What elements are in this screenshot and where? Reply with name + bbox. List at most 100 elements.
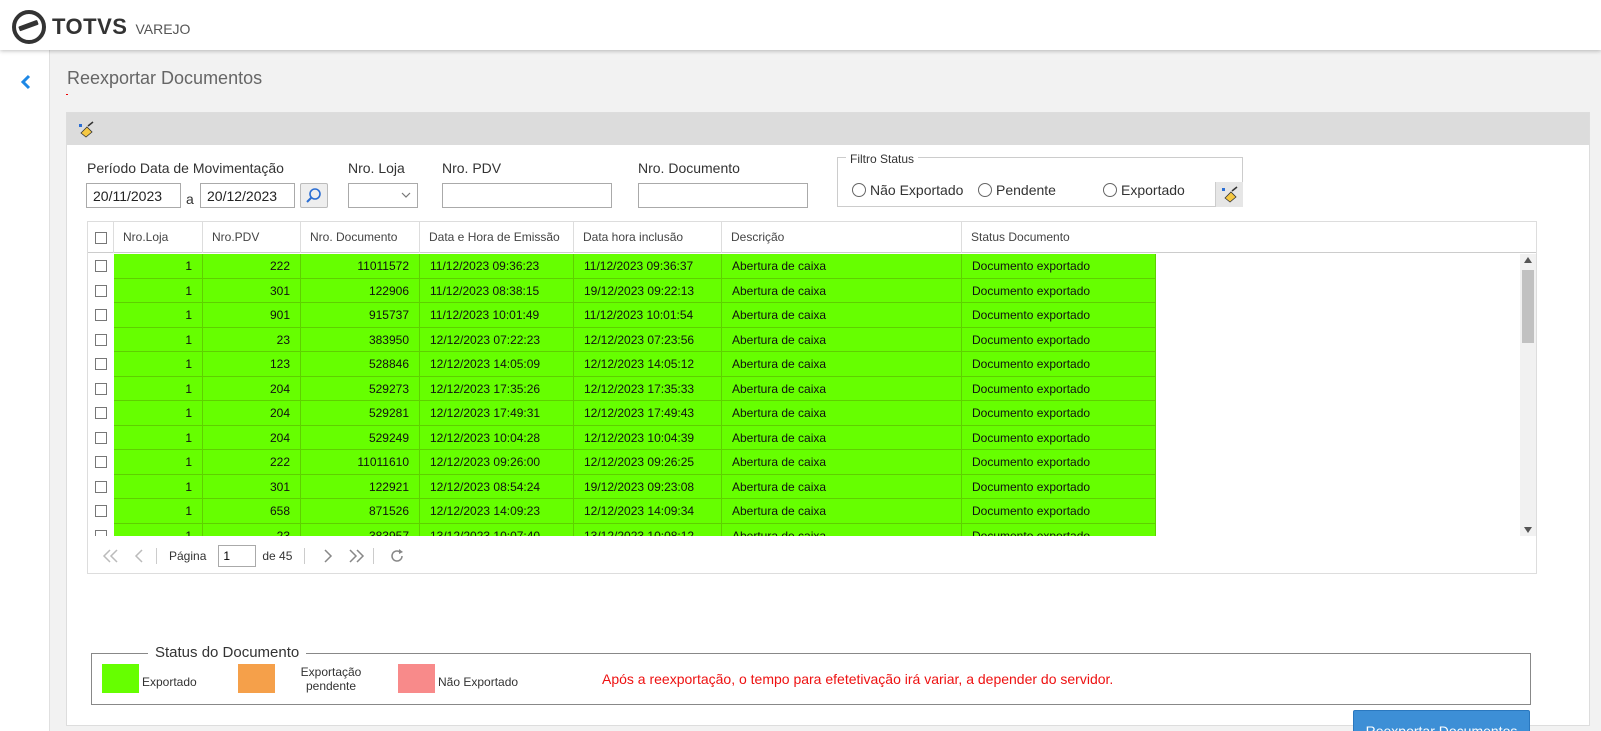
- scroll-up-icon[interactable]: [1524, 257, 1532, 263]
- row-checkbox-cell: [88, 352, 114, 377]
- cell-status-documento: Documento exportado: [962, 278, 1156, 303]
- col-nro-documento[interactable]: Nro. Documento: [301, 222, 420, 253]
- cell-nro-documento: 528846: [301, 352, 420, 377]
- date-to-input[interactable]: [200, 183, 295, 208]
- cell-data-emissao: 12/12/2023 14:05:09: [420, 352, 574, 377]
- cell-nro-pdv: 901: [203, 303, 301, 328]
- row-checkbox[interactable]: [95, 529, 107, 536]
- row-checkbox-cell: [88, 523, 114, 536]
- cell-nro-loja: 1: [114, 303, 203, 328]
- chevron-left-icon[interactable]: [16, 72, 36, 92]
- pdv-input[interactable]: [442, 183, 612, 208]
- row-checkbox[interactable]: [95, 333, 107, 346]
- radio-pendente[interactable]: Pendente: [978, 182, 1056, 198]
- scroll-down-icon[interactable]: [1524, 527, 1532, 533]
- table-row[interactable]: 1 222 11011572 11/12/2023 09:36:23 11/12/202…: [88, 254, 1520, 279]
- table-row[interactable]: 1 23 383950 12/12/2023 07:22:23 12/12/2023 0…: [88, 327, 1520, 352]
- col-descricao[interactable]: Descrição: [722, 222, 962, 253]
- table-row[interactable]: 1 222 11011610 12/12/2023 09:26:00 12/12/202…: [88, 450, 1520, 475]
- cell-status-documento: Documento exportado: [962, 523, 1156, 536]
- radio-label: Exportado: [1121, 182, 1185, 198]
- pager-separator: [156, 548, 157, 564]
- loja-select[interactable]: [348, 183, 418, 208]
- table-row[interactable]: 1 301 122921 12/12/2023 08:54:24 19/12/2023 …: [88, 474, 1520, 499]
- row-checkbox-cell: [88, 254, 114, 279]
- row-checkbox[interactable]: [95, 309, 107, 322]
- col-nro-loja[interactable]: Nro.Loja: [114, 222, 203, 253]
- row-checkbox[interactable]: [95, 284, 107, 297]
- table-row[interactable]: 1 204 529281 12/12/2023 17:49:31 12/12/2023 …: [88, 401, 1520, 426]
- cell-data-inclusao: 19/12/2023 09:23:08: [574, 474, 722, 499]
- col-data-emissao[interactable]: Data e Hora de Emissão: [420, 222, 574, 253]
- last-page-icon[interactable]: [345, 545, 367, 567]
- cell-descricao: Abertura de caixa: [722, 376, 962, 401]
- radio-nao-exportado[interactable]: Não Exportado: [852, 182, 963, 198]
- first-page-icon[interactable]: [100, 545, 122, 567]
- chevron-down-icon: [401, 192, 411, 198]
- cell-status-documento: Documento exportado: [962, 352, 1156, 377]
- grid-vertical-scrollbar[interactable]: [1520, 254, 1536, 536]
- row-checkbox[interactable]: [95, 358, 107, 371]
- cell-descricao: Abertura de caixa: [722, 401, 962, 426]
- reexport-documents-button[interactable]: Reexportar Documentos: [1353, 710, 1530, 731]
- cell-nro-documento: 871526: [301, 499, 420, 524]
- filter-panel: Período Data de Movimentação a Nro. Loja…: [66, 112, 1590, 731]
- apply-status-filter-button[interactable]: [1215, 182, 1243, 207]
- cell-nro-documento: 529281: [301, 401, 420, 426]
- clear-filters-icon[interactable]: [77, 121, 95, 139]
- row-checkbox[interactable]: [95, 260, 107, 273]
- brush-icon: [1222, 186, 1238, 203]
- scrollbar-thumb[interactable]: [1522, 270, 1534, 343]
- row-checkbox[interactable]: [95, 480, 107, 493]
- cell-nro-pdv: 301: [203, 474, 301, 499]
- prev-page-icon[interactable]: [128, 545, 150, 567]
- cell-data-inclusao: 19/12/2023 09:22:13: [574, 278, 722, 303]
- row-checkbox[interactable]: [95, 382, 107, 395]
- status-filter-legend: Filtro Status: [846, 152, 919, 166]
- table-row[interactable]: 1 901 915737 11/12/2023 10:01:49 11/12/2023 …: [88, 303, 1520, 328]
- pdv-label: Nro. PDV: [442, 160, 502, 176]
- row-checkbox[interactable]: [95, 456, 107, 469]
- documento-input[interactable]: [638, 183, 808, 208]
- table-row[interactable]: 1 658 871526 12/12/2023 14:09:23 12/12/2023 …: [88, 499, 1520, 524]
- cell-descricao: Abertura de caixa: [722, 303, 962, 328]
- cell-data-inclusao: 12/12/2023 10:04:39: [574, 425, 722, 450]
- cell-nro-loja: 1: [114, 523, 203, 536]
- totvs-logo[interactable]: TOTVS VAREJO: [12, 10, 190, 44]
- table-row[interactable]: 1 301 122906 11/12/2023 08:38:15 19/12/2023 …: [88, 278, 1520, 303]
- cell-descricao: Abertura de caixa: [722, 254, 962, 279]
- radio-exportado[interactable]: Exportado: [1103, 182, 1185, 198]
- cell-descricao: Abertura de caixa: [722, 499, 962, 524]
- page-number-input[interactable]: [218, 545, 257, 567]
- cell-data-inclusao: 11/12/2023 09:36:37: [574, 254, 722, 279]
- cell-data-emissao: 12/12/2023 07:22:23: [420, 327, 574, 352]
- table-row[interactable]: 1 23 383957 13/12/2023 10:07:40 13/12/2023 1…: [88, 523, 1520, 536]
- table-row[interactable]: 1 204 529249 12/12/2023 10:04:28 12/12/2023 …: [88, 425, 1520, 450]
- cell-nro-documento: 529273: [301, 376, 420, 401]
- row-checkbox[interactable]: [95, 505, 107, 518]
- col-status-documento[interactable]: Status Documento: [962, 222, 1536, 253]
- date-from-input[interactable]: [86, 183, 181, 208]
- cell-data-emissao: 12/12/2023 17:49:31: [420, 401, 574, 426]
- totvs-logo-icon: [12, 10, 46, 44]
- cell-nro-pdv: 204: [203, 376, 301, 401]
- status-legend: Status do Documento Exportado Exportação…: [91, 644, 1531, 705]
- cell-data-inclusao: 12/12/2023 14:09:34: [574, 499, 722, 524]
- select-all-checkbox[interactable]: [94, 231, 107, 244]
- cell-data-emissao: 11/12/2023 10:01:49: [420, 303, 574, 328]
- row-checkbox[interactable]: [95, 407, 107, 420]
- row-checkbox[interactable]: [95, 431, 107, 444]
- refresh-icon[interactable]: [386, 545, 408, 567]
- table-row[interactable]: 1 204 529273 12/12/2023 17:35:26 12/12/2023 …: [88, 376, 1520, 401]
- pager-separator: [304, 548, 306, 564]
- cell-data-inclusao: 12/12/2023 09:26:25: [574, 450, 722, 475]
- row-checkbox-cell: [88, 376, 114, 401]
- cell-descricao: Abertura de caixa: [722, 474, 962, 499]
- date-separator: a: [186, 191, 194, 207]
- next-page-icon[interactable]: [317, 545, 339, 567]
- search-button[interactable]: [300, 183, 328, 208]
- col-nro-pdv[interactable]: Nro.PDV: [203, 222, 301, 253]
- table-row[interactable]: 1 123 528846 12/12/2023 14:05:09 12/12/2023 …: [88, 352, 1520, 377]
- col-data-inclusao[interactable]: Data hora inclusão: [574, 222, 722, 253]
- cell-status-documento: Documento exportado: [962, 376, 1156, 401]
